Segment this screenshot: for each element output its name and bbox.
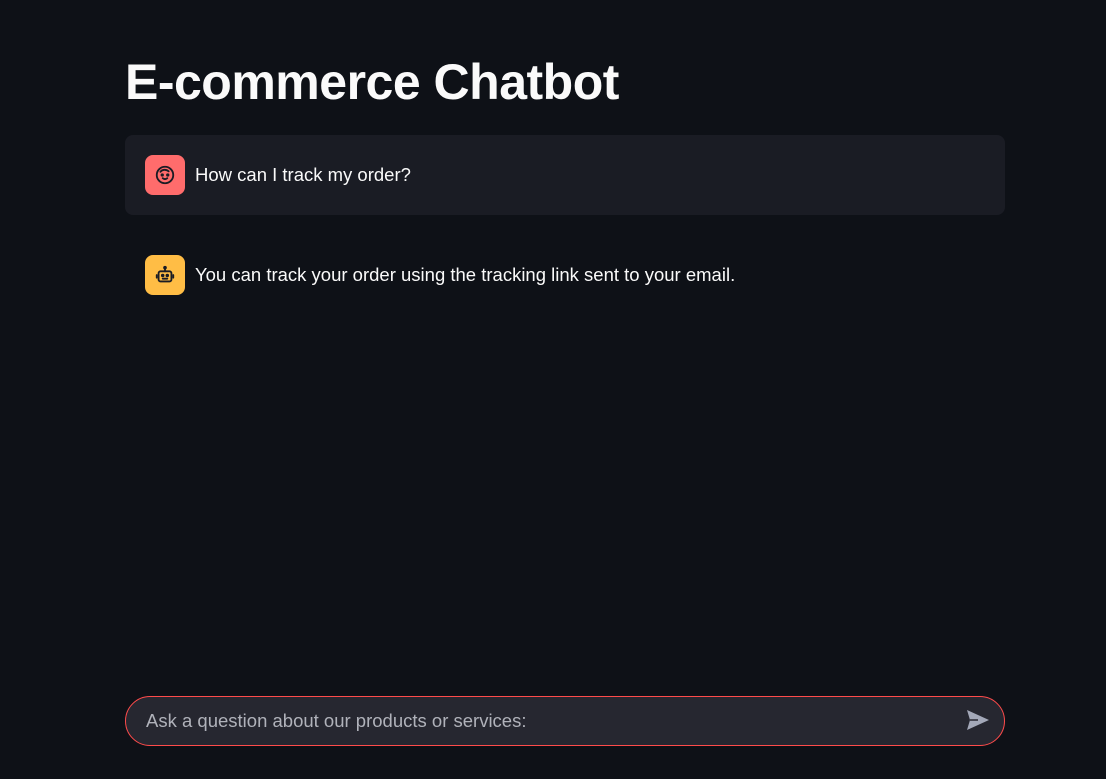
user-message-text: How can I track my order? [195,164,411,185]
chat-message-user: How can I track my order? [125,135,1005,215]
app: E-commerce Chatbot How can I track my or… [0,0,1106,779]
robot-icon [154,264,176,286]
chat-input[interactable] [146,697,946,745]
chat-message-assistant: You can track your order using the track… [125,235,1005,315]
chat-input-container [125,696,1005,746]
assistant-avatar [145,255,185,295]
send-icon [966,709,990,734]
user-face-icon [154,164,176,186]
user-avatar [145,155,185,195]
send-button[interactable] [964,708,992,734]
page-title: E-commerce Chatbot [125,54,619,110]
assistant-message-text: You can track your order using the track… [195,264,736,285]
